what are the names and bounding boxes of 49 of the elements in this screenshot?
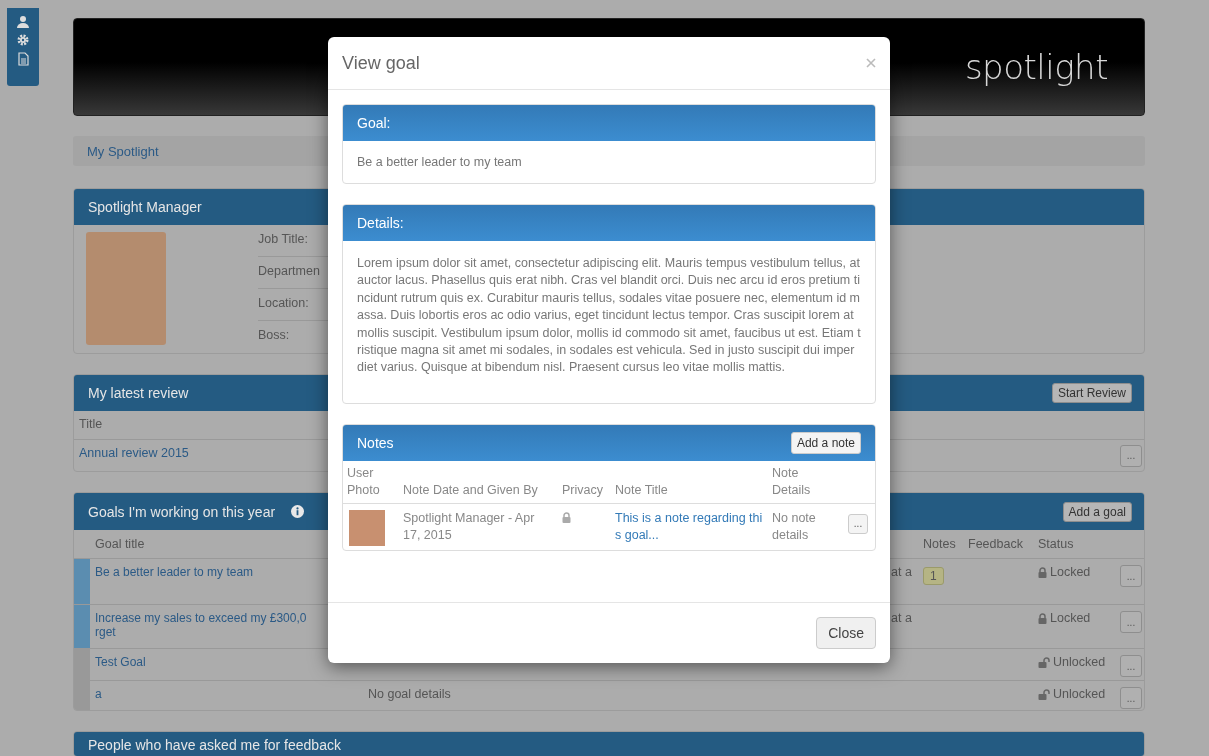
more-button[interactable]: ... [1120,687,1142,709]
status-text: Unlocked [1053,687,1106,701]
more-button[interactable]: ... [1120,611,1142,633]
notes-count-badge[interactable]: 1 [923,567,944,585]
note-author-date: Spotlight Manager - Apr 17, 2015 [403,510,535,542]
close-button[interactable]: Close [816,617,876,649]
add-note-button[interactable]: Add a note [790,431,861,454]
panel-title: Notes [357,434,394,451]
column-header: Privacy [562,481,603,499]
panel-title: Details: [357,215,404,231]
status-text: Locked [1050,565,1091,579]
column-header: Feedback [968,537,1024,551]
more-button[interactable]: ... [1120,565,1142,587]
goal-details: at a [891,611,912,625]
column-header: Note Title [615,481,668,499]
status-text: Unlocked [1053,655,1106,669]
note-details: No note details [772,510,816,542]
details-text: Lorem ipsum dolor sit amet, consectetur adipiscing elit. Mauris tempus vestibulum tellus, at auctor lacus. Phasellus quis erat nibh. Cras vel blandit orci. Duis nec arcu id eros pretium tincidunt rutrum quis ex. Curabitur mauris tellus, sodales vitae posuere nec, elementum id massa. Duis lobortis eros ac odio varius, eget tincidunt lectus tempor. Cras suscipit lorem at mollis suscipit. Vestibulum ipsum dolor, mollis id commodo sit amet, faucibus ut est. Etiam tristique magna sit amet mi sodales, in sodales est vehicula. Sed in justo suscipit dui imperdiet varius. Quisque at bibendum nisl. Praesent cursus leo vitae mollis mattis. [357,256,861,375]
dialog-title: View goal [342,52,420,74]
goal-details: at a [891,565,912,579]
more-button[interactable]: ... [1120,444,1142,467]
goal-details: No goal details [368,687,451,701]
review-link[interactable]: Annual review 2015 [79,446,189,460]
note-title-link[interactable]: This is a note regarding this goal... [615,509,764,544]
panel-title: My latest review [88,385,189,401]
panel-title: People who have asked me for feedback [88,737,341,753]
goal-title-link[interactable]: a [90,681,329,710]
logo[interactable]: spotlight [964,47,1108,87]
column-header: Status [1038,537,1075,551]
more-button[interactable]: ... [1120,655,1142,677]
column-header: Note Details [772,464,812,499]
add-goal-button[interactable]: Add a goal [1062,501,1132,522]
breadcrumb-link[interactable]: My Spotlight [87,143,159,159]
field-label: Boss: [258,327,291,344]
goal-text: Be a better leader to my team [357,155,522,169]
status-text: Locked [1050,611,1091,625]
goal-title-link[interactable]: Test Goal [90,649,329,680]
column-header: Title [79,417,103,431]
goal-title-link[interactable]: Increase my sales to exceed my £300,0 rget [90,605,329,648]
column-header: Note Date and Given By [403,481,538,499]
start-review-button[interactable]: Start Review [1051,383,1132,403]
column-header: User Photo [347,464,381,499]
column-header: Goal title [95,537,145,551]
panel-title: Goal: [357,115,391,131]
goal-title-link[interactable]: Be a better leader to my team [90,559,329,604]
panel-title: Spotlight Manager [88,199,202,215]
panel-title: Goals I'm working on this year [88,503,276,520]
column-header: Notes [923,537,957,551]
more-button[interactable]: ... [848,513,868,534]
